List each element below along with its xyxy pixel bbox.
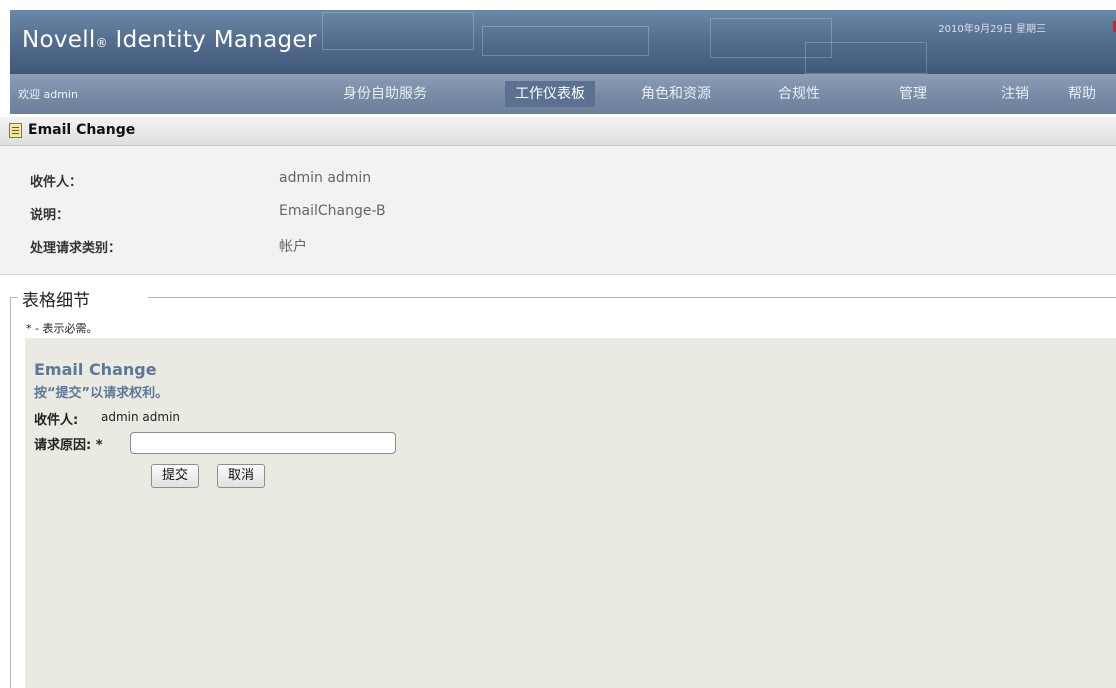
page-title-bar: Email Change xyxy=(0,117,1116,146)
tab-roles-resources[interactable]: 角色和资源 xyxy=(641,81,711,107)
fieldset-border xyxy=(148,297,1116,298)
required-note: * - 表示必需。 xyxy=(26,322,98,335)
welcome-text: 欢迎 admin xyxy=(18,88,78,101)
tab-work-dashboard[interactable]: 工作仪表板 xyxy=(505,81,595,107)
reason-label-text: 请求原因: xyxy=(34,438,92,453)
banner-decoration xyxy=(482,26,649,56)
tab-logout[interactable]: 注销 xyxy=(1001,81,1029,107)
current-date: 2010年9月29日 星期三 xyxy=(938,24,1046,35)
recipient-value: admin admin xyxy=(279,170,372,186)
logo-registered-mark: ® xyxy=(95,36,108,50)
form-title: Email Change xyxy=(34,360,157,379)
submit-button[interactable]: 提交 xyxy=(151,464,200,488)
tab-help[interactable]: 帮助 xyxy=(1068,81,1096,107)
request-info: 收件人： admin admin 说明： EmailChange-B 处理请求类… xyxy=(0,146,1116,275)
cancel-button[interactable]: 取消 xyxy=(217,464,266,488)
description-label: 说明： xyxy=(30,208,70,223)
recipient-label: 收件人： xyxy=(30,175,83,190)
logo-brand: Novell xyxy=(22,27,96,53)
category-label: 处理请求类别： xyxy=(30,241,122,256)
banner-decoration xyxy=(322,12,474,50)
header-banner: Novell® Identity Manager 2010年9月29日 星期三 xyxy=(10,10,1116,74)
tab-compliance[interactable]: 合规性 xyxy=(778,81,820,107)
category-value: 帐户 xyxy=(279,239,307,255)
form-recipient-value: admin admin xyxy=(101,410,181,424)
logo-product: Identity Manager xyxy=(107,27,317,53)
required-asterisk: * xyxy=(95,438,103,453)
document-icon xyxy=(9,123,22,138)
reason-input[interactable] xyxy=(130,432,396,454)
product-logo: Novell® Identity Manager xyxy=(22,27,317,53)
fieldset-border xyxy=(10,297,18,298)
page-title: Email Change xyxy=(28,122,136,138)
form-instructions: 按“提交”以请求权利。 xyxy=(34,386,169,401)
form-details-legend: 表格细节 xyxy=(22,291,90,311)
banner-decoration xyxy=(805,42,927,74)
form-recipient-label: 收件人: xyxy=(34,413,79,428)
tab-administration[interactable]: 管理 xyxy=(899,81,927,107)
description-value: EmailChange-B xyxy=(279,203,386,219)
main-nav: 欢迎 admin 身份自助服务 工作仪表板 角色和资源 合规性 管理 注销 帮助 xyxy=(10,74,1116,114)
fieldset-border xyxy=(10,297,11,688)
reason-label: 请求原因: * xyxy=(34,434,103,453)
request-form: Email Change 按“提交”以请求权利。 收件人: admin admi… xyxy=(25,338,1116,688)
tab-identity-self-service[interactable]: 身份自助服务 xyxy=(343,81,427,107)
